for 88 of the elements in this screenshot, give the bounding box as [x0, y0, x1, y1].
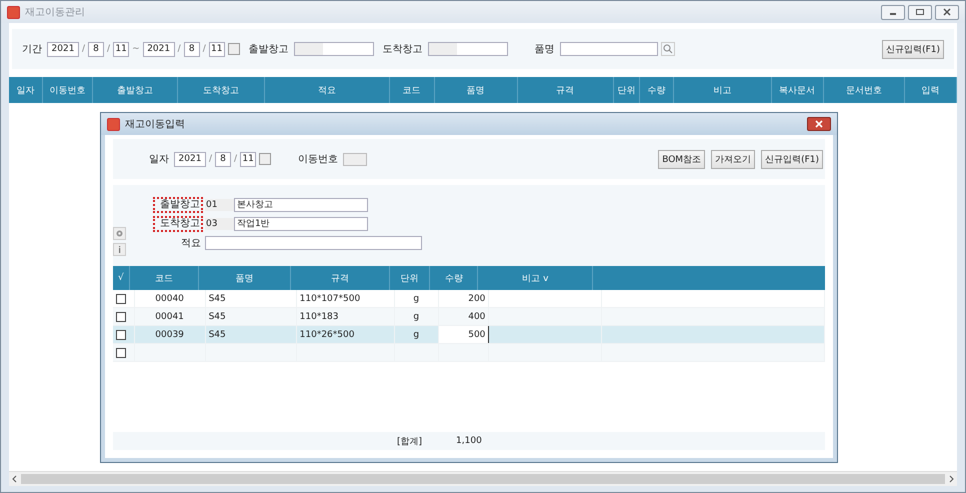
date-field[interactable]: 11 — [208, 42, 225, 56]
column-header: 도착창고 — [178, 77, 265, 103]
window-title: 재고이동관리 — [25, 6, 85, 19]
date-field[interactable]: 8 — [88, 42, 104, 56]
checkbox[interactable] — [116, 330, 126, 340]
date-separator: / — [178, 44, 181, 54]
date-field[interactable]: 2021 — [174, 152, 206, 166]
checkbox[interactable] — [116, 294, 126, 304]
date-separator: / — [209, 154, 212, 164]
memo-label: 적요 — [180, 236, 202, 250]
close-button[interactable] — [935, 4, 959, 20]
name-field[interactable]: 본사창고 — [234, 198, 368, 212]
table-cell: 500 — [468, 330, 486, 340]
date-separator: / — [202, 44, 206, 54]
column-header: 일자 — [9, 77, 43, 103]
code-field[interactable]: 01 — [205, 198, 234, 210]
period-label: 기간 — [22, 43, 42, 56]
column-header: 문서번호 — [824, 77, 905, 103]
table-cell: S45 — [208, 330, 226, 340]
date-separator: / — [234, 154, 238, 164]
app-icon — [7, 6, 20, 18]
table-cell: 110*26*500 — [300, 330, 354, 340]
table-cell: S45 — [208, 294, 226, 304]
warehouse-field[interactable] — [428, 42, 508, 56]
arrival-label: 도착창고 — [382, 43, 423, 56]
toolbar-button[interactable]: 가져오기 — [711, 150, 756, 168]
name-field[interactable]: 작업1반 — [234, 216, 368, 230]
scrollbar[interactable] — [9, 471, 957, 486]
memo-field[interactable] — [205, 236, 422, 250]
table-cell: 200 — [468, 294, 486, 304]
column-header: 적요 — [264, 77, 390, 103]
table-cell: 110*183 — [300, 312, 338, 322]
column-header: 품명 — [434, 77, 518, 103]
minimize-button[interactable] — [881, 4, 905, 20]
close-icon — [814, 120, 824, 128]
table-cell: g — [413, 312, 420, 322]
range-separator: ~ — [132, 44, 140, 54]
close-icon — [942, 8, 952, 16]
column-header: 입력 — [904, 77, 958, 103]
departure-label: 출발창고 — [248, 43, 289, 56]
table-cell: 00039 — [155, 330, 184, 340]
column-header: 복사문서 — [772, 77, 824, 103]
total-value: 1,100 — [456, 436, 482, 446]
table-cell: g — [413, 330, 420, 340]
column-header: 수량 — [640, 77, 674, 103]
total-label: [합계] — [397, 436, 422, 448]
info-icon[interactable] — [113, 243, 126, 256]
warehouse-label: 도착창고 — [153, 216, 203, 232]
maximize-icon — [915, 8, 925, 16]
date-field[interactable]: 2021 — [47, 42, 79, 56]
table-cell: g — [413, 294, 420, 304]
new-entry-button[interactable]: 신규입력(F1) — [882, 40, 944, 58]
item-label: 품명 — [534, 43, 555, 56]
column-header: 비고 — [674, 77, 772, 103]
move-number-field[interactable] — [343, 152, 368, 166]
date-separator: / — [107, 44, 110, 54]
date-label: 일자 — [149, 153, 169, 166]
table-cell: 00040 — [155, 294, 184, 304]
close-button[interactable] — [807, 117, 831, 131]
column-header: 코드 — [390, 77, 435, 103]
table-cell: 110*107*500 — [300, 294, 360, 304]
toolbar-button[interactable]: 신규입력(F1) — [761, 150, 823, 168]
dialog-title: 재고이동입력 — [125, 118, 185, 131]
column-header: 단위 — [614, 77, 640, 103]
code-field[interactable]: 03 — [205, 218, 234, 230]
checkbox[interactable] — [116, 312, 126, 322]
search-icon[interactable] — [660, 42, 675, 56]
date-field[interactable]: 11 — [240, 152, 256, 166]
warehouse-label: 출발창고 — [153, 196, 203, 212]
date-field[interactable]: 11 — [113, 42, 130, 56]
table-cell: 00041 — [155, 312, 184, 322]
date-field[interactable]: 8 — [215, 152, 232, 166]
maximize-button[interactable] — [908, 4, 932, 20]
move-number-label: 이동번호 — [298, 153, 338, 166]
gear-icon[interactable] — [113, 227, 126, 240]
checkbox[interactable] — [116, 348, 126, 358]
table-cell: S45 — [208, 312, 226, 322]
warehouse-field[interactable] — [294, 42, 374, 56]
column-header: 출발창고 — [93, 77, 178, 103]
date-field[interactable]: 8 — [184, 42, 200, 56]
item-field[interactable] — [560, 42, 658, 56]
table-cell: 400 — [468, 312, 486, 322]
app-icon — [107, 118, 120, 130]
column-header: 이동번호 — [42, 77, 94, 103]
column-header: 규격 — [518, 77, 614, 103]
toolbar-button[interactable]: BOM참조 — [658, 150, 706, 168]
date-separator: / — [82, 44, 86, 54]
date-field[interactable]: 2021 — [142, 42, 175, 56]
